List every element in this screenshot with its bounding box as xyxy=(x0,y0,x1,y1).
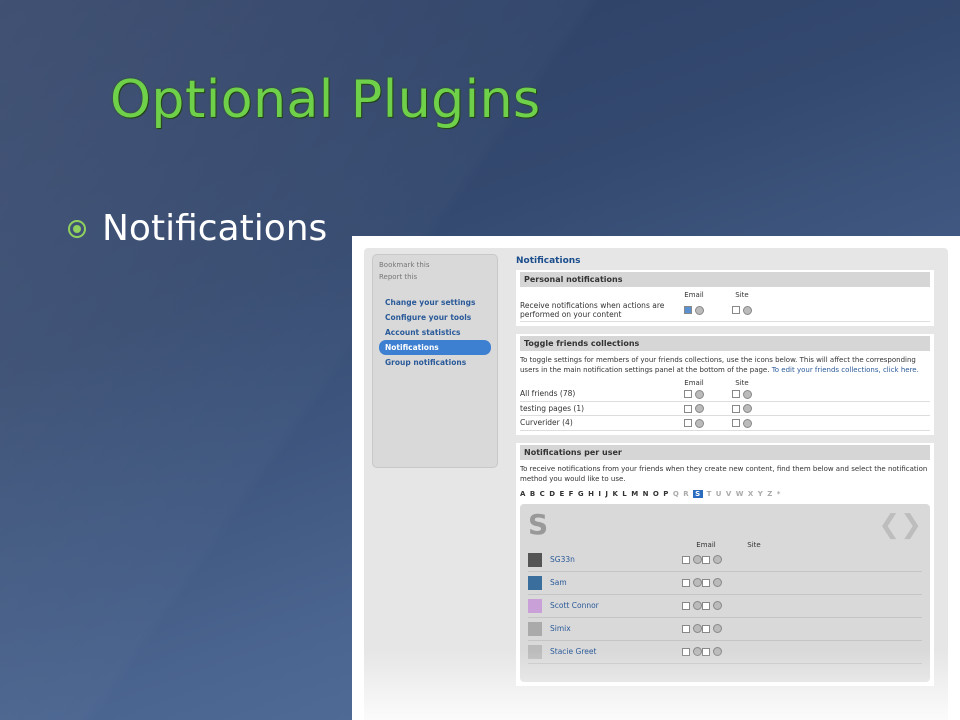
edit-collections-link[interactable]: To edit your friends collections, click … xyxy=(772,366,919,374)
email-checkbox[interactable] xyxy=(682,624,690,633)
email-icon[interactable] xyxy=(695,404,704,413)
user-link[interactable]: Simix xyxy=(550,624,682,633)
section-heading: Personal notifications xyxy=(520,272,930,287)
email-checkbox[interactable] xyxy=(684,390,692,398)
notifications-screenshot: Bookmark this Report this Change your se… xyxy=(352,236,960,720)
sidebar-item-settings[interactable]: Change your settings xyxy=(379,295,491,310)
row-label: Receive notifications when actions are p… xyxy=(520,301,665,319)
email-icon[interactable] xyxy=(695,389,704,399)
notifications-main: Notifications Personal notifications Ema… xyxy=(516,256,934,694)
collection-label: Curverider (4) xyxy=(520,418,573,428)
page-title: Notifications xyxy=(516,256,581,266)
site-checkbox[interactable] xyxy=(702,578,710,587)
user-row: Simix xyxy=(528,618,922,641)
collection-row: testing pages (1) xyxy=(520,402,930,416)
col-site: Site xyxy=(735,379,749,387)
avatar xyxy=(528,621,542,636)
collection-label: All friends (78) xyxy=(520,389,576,399)
col-email: Email xyxy=(696,540,716,549)
settings-sidebar: Bookmark this Report this Change your se… xyxy=(372,254,498,468)
col-email: Email xyxy=(684,379,704,387)
site-checkbox[interactable] xyxy=(702,555,710,564)
user-link[interactable]: Sam xyxy=(550,578,682,587)
bottom-fade xyxy=(352,650,960,720)
email-checkbox[interactable] xyxy=(684,404,692,413)
site-checkbox[interactable] xyxy=(702,601,710,610)
email-checkbox[interactable] xyxy=(682,555,690,564)
email-checkbox[interactable] xyxy=(682,578,690,587)
site-checkbox[interactable] xyxy=(702,624,710,633)
collection-row: Curverider (4) xyxy=(520,416,930,431)
section-heading: Toggle friends collections xyxy=(520,336,930,351)
alphabet-letter-active[interactable]: S xyxy=(693,489,704,498)
site-icon[interactable] xyxy=(713,578,722,588)
personal-notifications-section: Personal notifications Email Site Receiv… xyxy=(516,270,934,326)
site-icon[interactable] xyxy=(713,624,722,634)
slide-title: Optional Plugins xyxy=(110,70,541,130)
user-row: Sam xyxy=(528,572,922,595)
site-icon[interactable] xyxy=(743,418,752,428)
section-heading: Notifications per user xyxy=(520,444,930,460)
pager-arrows-icon[interactable]: ❮❯ xyxy=(878,510,922,540)
avatar xyxy=(528,575,542,590)
email-checkbox[interactable] xyxy=(682,601,690,610)
email-icon[interactable] xyxy=(695,305,704,315)
bullet-text: Notifications xyxy=(102,208,328,249)
avatar xyxy=(528,598,542,613)
sidebar-item-statistics[interactable]: Account statistics xyxy=(379,325,491,340)
letter-heading: S xyxy=(528,507,549,541)
alphabet-letters-dim[interactable]: Q R xyxy=(673,490,690,498)
alphabet-letters-dim[interactable]: T U V W X Y Z * xyxy=(707,490,782,498)
email-icon[interactable] xyxy=(693,578,702,588)
col-email: Email xyxy=(684,291,704,299)
user-row: SG33n xyxy=(528,549,922,572)
user-link[interactable]: Scott Connor xyxy=(550,601,682,610)
email-icon[interactable] xyxy=(695,418,704,428)
avatar xyxy=(528,552,542,567)
email-icon[interactable] xyxy=(693,624,702,634)
toggle-collections-section: Toggle friends collections To toggle set… xyxy=(516,334,934,435)
sidebar-item-tools[interactable]: Configure your tools xyxy=(379,310,491,325)
email-checkbox[interactable] xyxy=(684,306,692,315)
site-icon[interactable] xyxy=(743,404,752,413)
bookmark-link[interactable]: Bookmark this xyxy=(379,261,491,269)
alphabet-filter[interactable]: A B C D E F G H I J K L M N O P Q R S T … xyxy=(520,489,930,498)
site-checkbox[interactable] xyxy=(732,306,740,315)
collection-row: All friends (78) xyxy=(520,387,930,402)
collection-label: testing pages (1) xyxy=(520,403,585,413)
user-link[interactable]: SG33n xyxy=(550,555,682,564)
alphabet-letters[interactable]: A B C D E F G H I J K L M N O P xyxy=(520,490,669,498)
site-icon[interactable] xyxy=(743,389,752,399)
section-description: To receive notifications from your frien… xyxy=(520,464,928,483)
col-site: Site xyxy=(735,291,749,299)
site-icon[interactable] xyxy=(743,305,752,315)
site-checkbox[interactable] xyxy=(732,419,740,427)
bullet-item: Notifications xyxy=(68,208,327,249)
report-link[interactable]: Report this xyxy=(379,273,491,281)
user-row: Scott Connor xyxy=(528,595,922,618)
site-checkbox[interactable] xyxy=(732,390,740,398)
col-site: Site xyxy=(747,540,761,549)
site-icon[interactable] xyxy=(713,555,722,565)
sidebar-item-group-notifications[interactable]: Group notifications xyxy=(379,355,491,370)
email-icon[interactable] xyxy=(693,555,702,565)
target-bullet-icon xyxy=(68,219,86,238)
sidebar-item-notifications[interactable]: Notifications xyxy=(379,340,491,355)
site-icon[interactable] xyxy=(713,601,722,611)
section-description: To toggle settings for members of your f… xyxy=(520,355,930,375)
site-checkbox[interactable] xyxy=(732,404,740,413)
email-checkbox[interactable] xyxy=(684,419,692,427)
personal-row: Receive notifications when actions are p… xyxy=(520,299,930,322)
email-icon[interactable] xyxy=(693,601,702,611)
